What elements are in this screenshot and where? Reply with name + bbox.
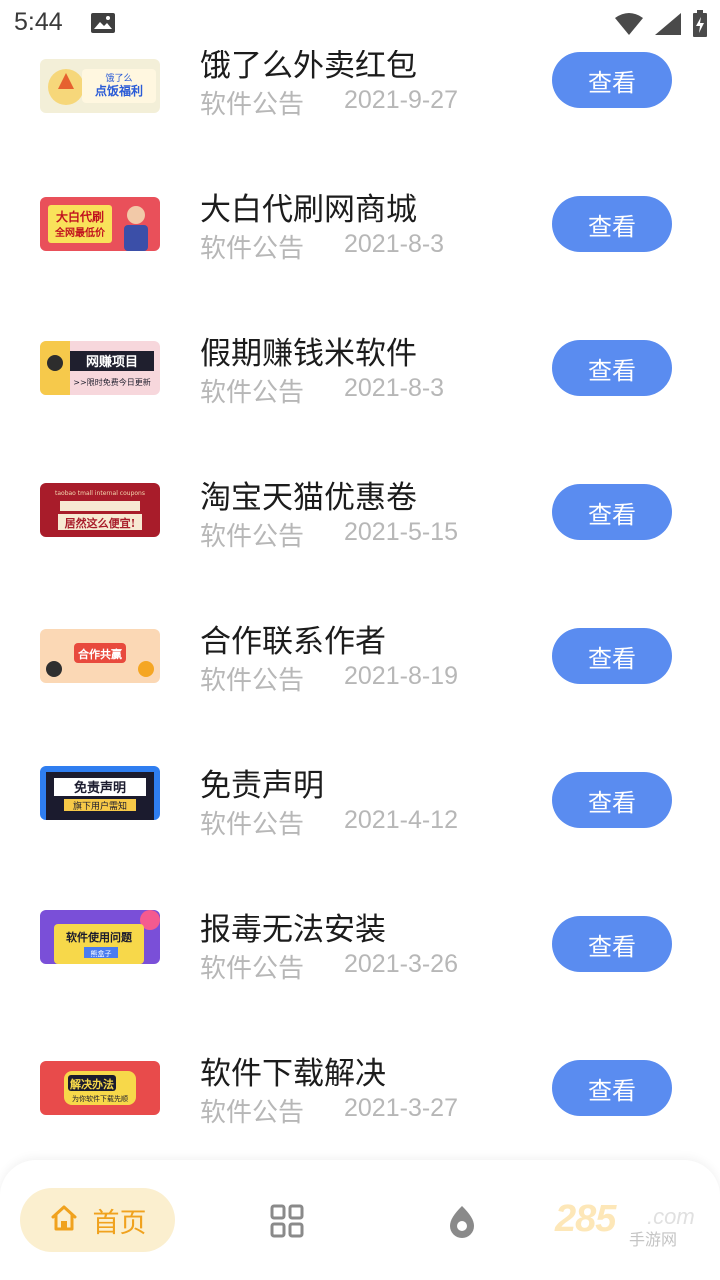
bottom-nav: 首页 285 .com 手游网 bbox=[0, 1160, 720, 1280]
item-title: 免责声明 bbox=[200, 768, 324, 804]
thumb-subtext: 熊盒子 bbox=[91, 949, 112, 958]
list-item[interactable]: 网赚项目 >>限时免费今日更新 假期赚钱米软件 软件公告 2021-8-3 查看 bbox=[0, 296, 720, 440]
item-thumbnail: 饿了么 点饭福利 bbox=[40, 59, 160, 113]
item-thumbnail: taobao tmall internal coupons 居然这么便宜! bbox=[40, 483, 160, 537]
thumb-text: 合作共赢 bbox=[78, 647, 122, 661]
item-category: 软件公告 bbox=[200, 234, 305, 264]
view-button[interactable]: 查看 bbox=[552, 484, 672, 540]
thumb-subtext: taobao tmall internal coupons bbox=[55, 490, 145, 497]
announcement-list: 饿了么 点饭福利 饿了么外卖红包 软件公告 2021-9-27 查看 大白代刷 … bbox=[0, 0, 720, 1160]
thumb-text: 网赚项目 bbox=[86, 354, 138, 370]
item-title: 大白代刷网商城 bbox=[200, 192, 417, 228]
list-item[interactable]: 免责声明 旗下用户需知 免责声明 软件公告 2021-4-12 查看 bbox=[0, 728, 720, 872]
status-bar: 5:44 bbox=[0, 0, 720, 50]
view-button[interactable]: 查看 bbox=[552, 340, 672, 396]
view-button[interactable]: 查看 bbox=[552, 196, 672, 252]
item-category: 软件公告 bbox=[200, 90, 305, 120]
thumb-subtext: 为你软件下载先顺 bbox=[72, 1094, 128, 1103]
signal-icon bbox=[654, 12, 682, 40]
item-date: 2021-4-12 bbox=[344, 806, 458, 834]
item-category: 软件公告 bbox=[200, 1098, 305, 1128]
thumb-text: 居然这么便宜! bbox=[65, 516, 136, 530]
item-thumbnail: 免责声明 旗下用户需知 bbox=[40, 766, 160, 820]
item-thumbnail: 网赚项目 >>限时免费今日更新 bbox=[40, 341, 160, 395]
wifi-icon bbox=[614, 12, 644, 40]
item-category: 软件公告 bbox=[200, 810, 305, 840]
view-button[interactable]: 查看 bbox=[552, 52, 672, 108]
thumb-subtext: 旗下用户需知 bbox=[73, 800, 127, 812]
thumb-text: 大白代刷 bbox=[56, 209, 104, 224]
list-item[interactable]: taobao tmall internal coupons 居然这么便宜! 淘宝… bbox=[0, 440, 720, 584]
item-thumbnail: 大白代刷 全网最低价 bbox=[40, 197, 160, 251]
item-date: 2021-3-27 bbox=[344, 1094, 458, 1122]
item-category: 软件公告 bbox=[200, 666, 305, 696]
grid-icon[interactable] bbox=[270, 1204, 304, 1242]
item-title: 软件下载解决 bbox=[200, 1056, 386, 1092]
item-thumbnail: 解决办法 为你软件下载先顺 bbox=[40, 1061, 160, 1115]
item-thumbnail: 软件使用问题 熊盒子 bbox=[40, 910, 160, 964]
item-title: 报毒无法安装 bbox=[200, 912, 386, 948]
status-icons bbox=[614, 10, 708, 42]
item-category: 软件公告 bbox=[200, 378, 305, 408]
item-title: 合作联系作者 bbox=[200, 624, 386, 660]
thumb-subtext: >>限时免费今日更新 bbox=[73, 377, 150, 387]
nav-home-label: 首页 bbox=[92, 1207, 147, 1239]
thumb-text: 解决办法 bbox=[70, 1077, 114, 1091]
thumb-text: 免责声明 bbox=[74, 780, 126, 796]
battery-icon bbox=[692, 10, 708, 42]
thumb-text: 软件使用问题 bbox=[66, 930, 133, 944]
list-item[interactable]: 合作共赢 合作联系作者 软件公告 2021-8-19 查看 bbox=[0, 584, 720, 728]
list-item[interactable]: 解决办法 为你软件下载先顺 软件下载解决 软件公告 2021-3-27 查看 bbox=[0, 1016, 720, 1160]
home-icon bbox=[49, 1203, 79, 1237]
thumb-text: 点饭福利 bbox=[95, 83, 143, 98]
view-button[interactable]: 查看 bbox=[552, 772, 672, 828]
list-item[interactable]: 大白代刷 全网最低价 大白代刷网商城 软件公告 2021-8-3 查看 bbox=[0, 152, 720, 296]
thumb-subtext: 饿了么 bbox=[105, 72, 132, 84]
item-date: 2021-8-3 bbox=[344, 230, 445, 258]
view-button[interactable]: 查看 bbox=[552, 1060, 672, 1116]
item-date: 2021-5-15 bbox=[344, 518, 458, 546]
item-title: 淘宝天猫优惠卷 bbox=[200, 480, 417, 516]
item-category: 软件公告 bbox=[200, 954, 305, 984]
item-date: 2021-8-19 bbox=[344, 662, 458, 690]
item-category: 软件公告 bbox=[200, 522, 305, 552]
image-icon bbox=[90, 12, 116, 34]
view-button[interactable]: 查看 bbox=[552, 916, 672, 972]
item-date: 2021-3-26 bbox=[344, 950, 458, 978]
item-date: 2021-8-3 bbox=[344, 374, 445, 402]
view-button[interactable]: 查看 bbox=[552, 628, 672, 684]
thumb-subtext: 全网最低价 bbox=[54, 226, 106, 239]
item-thumbnail: 合作共赢 bbox=[40, 629, 160, 683]
item-title: 假期赚钱米软件 bbox=[200, 336, 417, 372]
watermark-logo: 285 .com 手游网 bbox=[555, 1198, 700, 1249]
item-date: 2021-9-27 bbox=[344, 86, 458, 114]
list-item[interactable]: 软件使用问题 熊盒子 报毒无法安装 软件公告 2021-3-26 查看 bbox=[0, 872, 720, 1016]
watermark-number: 285 bbox=[555, 1198, 616, 1240]
nav-home-tab[interactable]: 首页 bbox=[20, 1188, 175, 1252]
status-time: 5:44 bbox=[14, 8, 63, 36]
discover-icon[interactable] bbox=[448, 1204, 476, 1242]
watermark-text: 手游网 bbox=[629, 1230, 678, 1249]
